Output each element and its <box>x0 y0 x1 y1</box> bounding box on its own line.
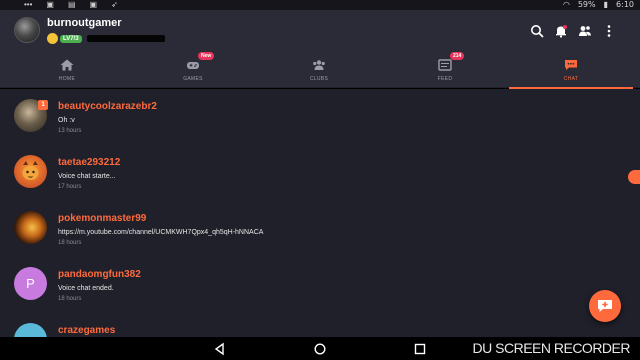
gamepad-icon <box>186 58 200 70</box>
screen-record-icon: ▤ <box>67 0 76 9</box>
chat-icon <box>564 58 578 70</box>
chat-name: beautycoolzarazebr2 <box>58 101 157 112</box>
chat-last-message: Oh :v <box>58 117 75 124</box>
feed-count-badge: 214 <box>450 52 465 60</box>
tab-feed[interactable]: 214 FEED <box>383 52 507 88</box>
side-drawer-handle[interactable] <box>628 170 640 184</box>
chat-name: taetae293212 <box>58 157 121 168</box>
recorder-watermark: DU SCREEN RECORDER <box>472 340 631 356</box>
new-chat-icon <box>598 300 612 312</box>
chat-timestamp: 13 hours <box>58 128 82 134</box>
tab-chat[interactable]: CHAT <box>509 52 633 89</box>
battery-level: 59% <box>577 0 596 9</box>
chat-last-message: Voice chat starte... <box>58 173 116 180</box>
image-icon: ▣ <box>46 0 54 9</box>
recents-icon[interactable] <box>412 341 428 357</box>
smiley-icon <box>47 33 58 44</box>
home-circle-icon[interactable] <box>312 341 328 357</box>
tab-clubs[interactable]: CLUBS <box>257 52 381 88</box>
unread-count-badge: 1 <box>38 100 48 110</box>
gallery-icon: ▣ <box>89 0 98 9</box>
search-icon[interactable] <box>530 24 544 38</box>
chat-timestamp: 17 hours <box>58 184 82 190</box>
profile-avatar[interactable] <box>14 17 40 43</box>
notification-icon: ••• <box>24 0 33 9</box>
games-new-badge: New <box>198 52 215 60</box>
chat-timestamp: 18 hours <box>58 296 82 302</box>
system-nav-bar: DU SCREEN RECORDER <box>0 337 640 360</box>
chat-avatar: P <box>14 267 47 300</box>
bell-icon[interactable] <box>554 24 568 38</box>
app-header: burnoutgamer LV7/3 <box>0 10 640 52</box>
chat-timestamp: 18 hours <box>58 240 82 246</box>
avatar-initial: P <box>26 276 35 291</box>
more-vertical-icon[interactable] <box>602 24 616 38</box>
level-badge: LV7/3 <box>60 34 82 43</box>
chat-last-message: https://m.youtube.com/channel/UCMKWH7Qpx… <box>58 229 264 236</box>
chat-list-item[interactable]: pokemonmaster99 https://m.youtube.com/ch… <box>0 203 640 259</box>
tab-home-label: HOME <box>58 76 76 82</box>
profile-level-row: LV7/3 <box>47 33 165 44</box>
chat-name: pokemonmaster99 <box>58 213 147 224</box>
chat-list-item[interactable]: crazegames <box>0 315 640 337</box>
chat-name: pandaomgfun382 <box>58 269 141 280</box>
status-notification-icons: ••• ▣ ▤ ▣ ➶ <box>24 0 118 9</box>
header-actions <box>530 24 616 38</box>
chat-avatar <box>14 323 47 337</box>
chat-last-message: Voice chat ended. <box>58 285 114 292</box>
new-chat-button[interactable] <box>589 290 621 322</box>
feed-icon <box>438 58 452 71</box>
chat-avatar <box>14 155 47 188</box>
tab-games-label: GAMES <box>183 76 203 82</box>
status-indicators: ◠ 59% ▮ 6:10 <box>563 0 634 9</box>
profile-username[interactable]: burnoutgamer <box>47 17 122 29</box>
battery-icon: ▮ <box>603 0 609 9</box>
tab-games[interactable]: New GAMES <box>131 52 255 88</box>
chat-list-item[interactable]: 1 beautycoolzarazebr2 Oh :v 13 hours <box>0 91 640 147</box>
wifi-icon: ◠ <box>562 0 570 9</box>
tab-chat-label: CHAT <box>563 76 579 82</box>
status-bar: ••• ▣ ▤ ▣ ➶ ◠ 59% ▮ 6:10 <box>0 0 640 10</box>
chat-list-item[interactable]: taetae293212 Voice chat starte... 17 hou… <box>0 147 640 203</box>
chat-list: 1 beautycoolzarazebr2 Oh :v 13 hours tae… <box>0 89 640 337</box>
back-icon[interactable] <box>212 341 228 357</box>
chat-name: crazegames <box>58 325 116 336</box>
friends-icon[interactable] <box>578 24 592 38</box>
clock: 6:10 <box>616 0 634 9</box>
chat-avatar <box>14 211 47 244</box>
tab-feed-label: FEED <box>437 76 453 82</box>
redacted-text <box>86 35 165 42</box>
clubs-icon <box>312 58 326 70</box>
tab-clubs-label: CLUBS <box>309 76 329 82</box>
chat-list-item[interactable]: P pandaomgfun382 Voice chat ended. 18 ho… <box>0 259 640 315</box>
rocket-icon: ➶ <box>111 0 118 9</box>
home-icon <box>60 58 74 71</box>
tab-home[interactable]: HOME <box>5 52 129 88</box>
main-tabs: HOME New GAMES CLUBS 214 FEED CHAT <box>0 52 640 89</box>
